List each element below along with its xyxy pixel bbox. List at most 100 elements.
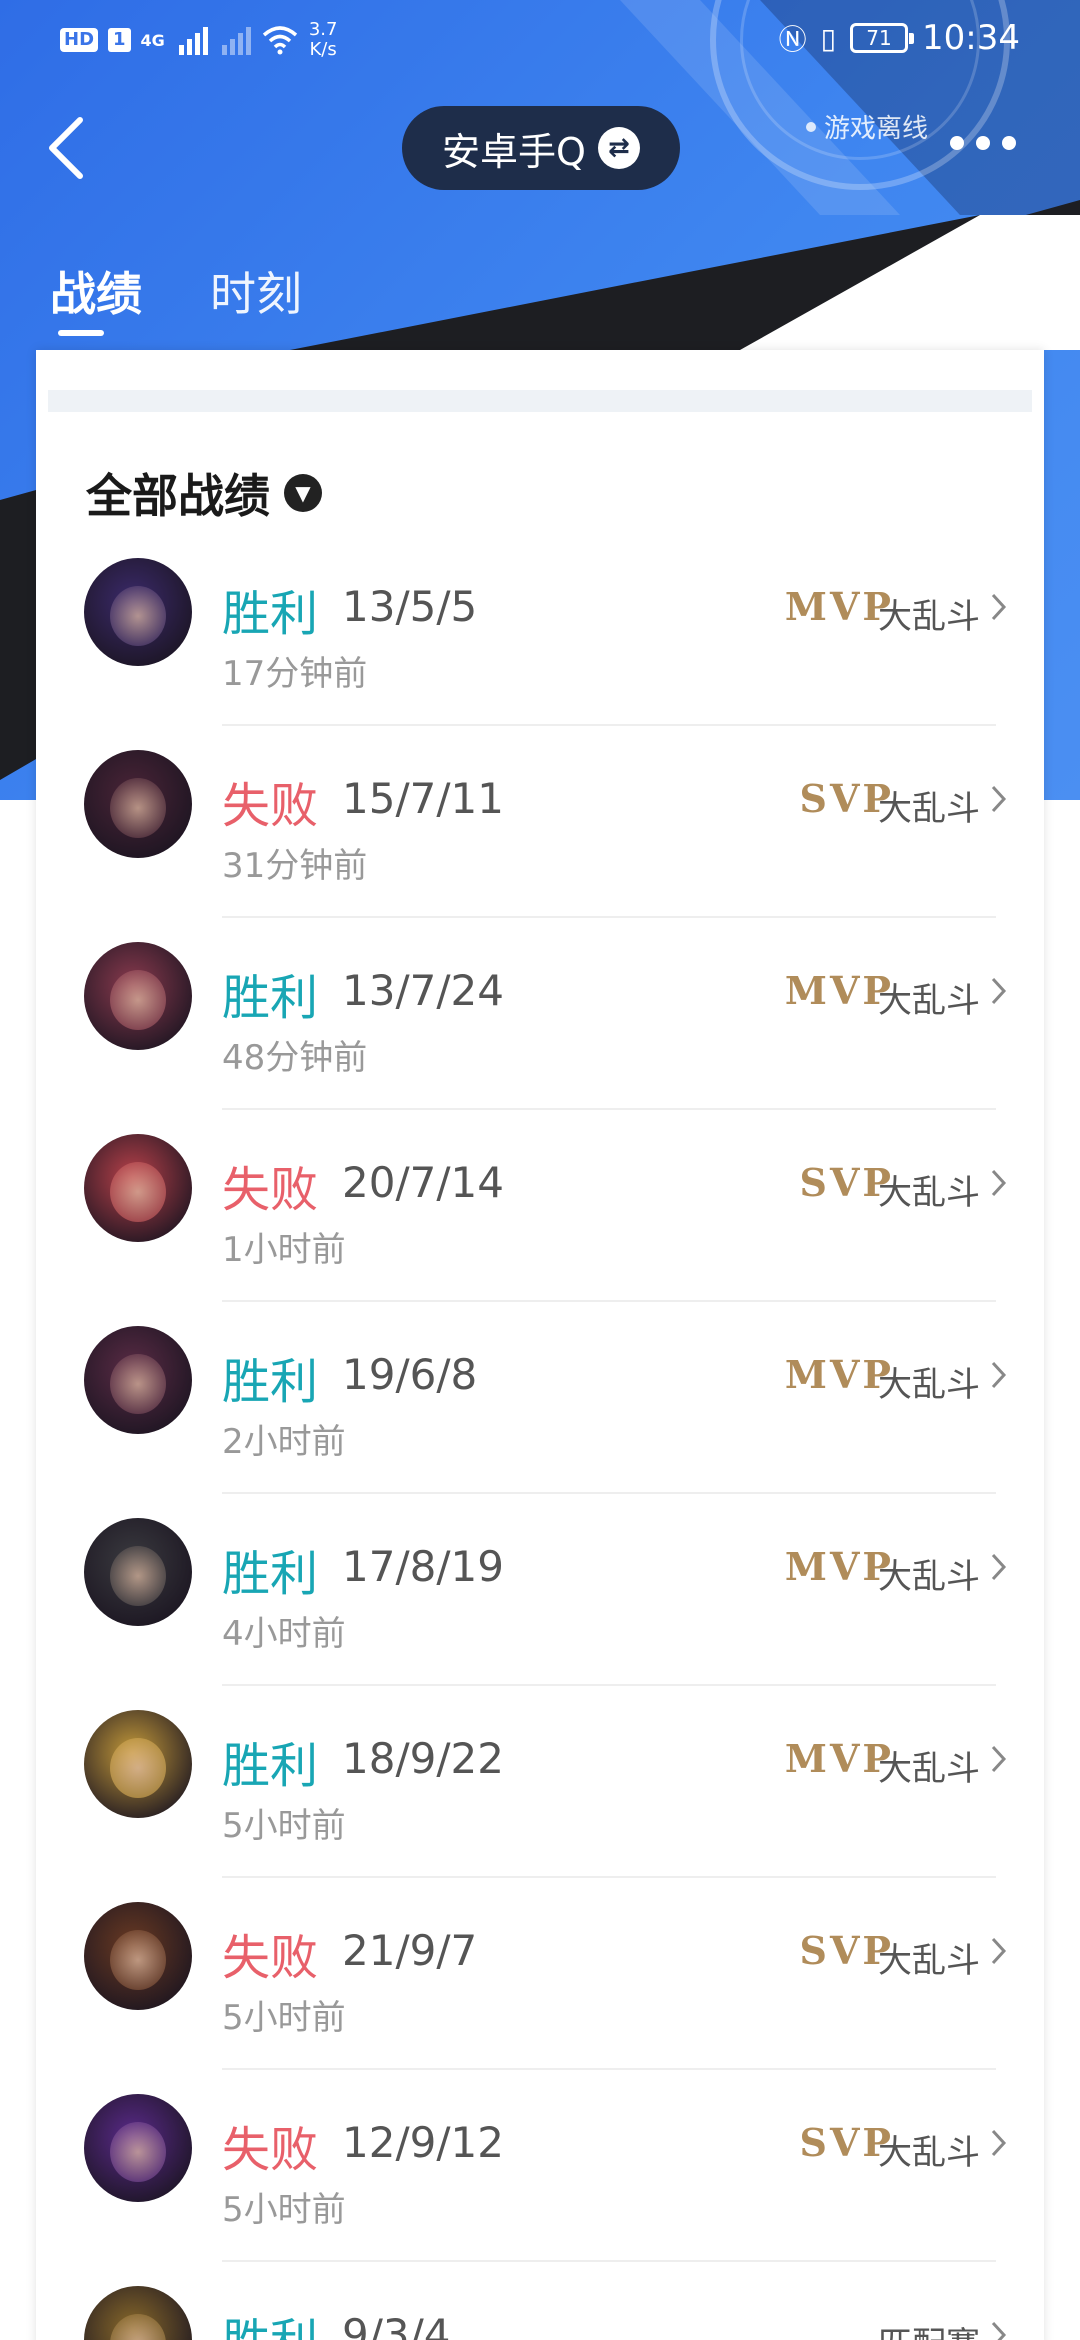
swap-icon: ⇄ (597, 127, 640, 169)
match-result: 失败 (222, 2122, 319, 2178)
match-result: 胜利 (222, 1738, 319, 1794)
match-result: 胜利 (222, 2302, 318, 2340)
match-time: 5小时前 (222, 2190, 346, 2230)
kda-score: 21/9/7 (342, 1926, 478, 1975)
more-dot (950, 136, 964, 150)
signal-icon (178, 25, 208, 55)
match-result: 胜利 (222, 1354, 319, 1410)
match-row[interactable]: 胜利 18/9/22 5小时前 MVP 大乱斗 (36, 1686, 1044, 1878)
champion-avatar (84, 1518, 192, 1626)
kda-score: 19/6/8 (342, 1350, 478, 1399)
more-button[interactable] (950, 136, 1016, 150)
battery-level: 71 (866, 26, 892, 50)
game-status: 游戏离线 (806, 108, 928, 145)
match-result: 失败 (222, 1162, 319, 1218)
match-row[interactable]: 胜利 19/6/8 2小时前 MVP 大乱斗 (36, 1302, 1044, 1494)
match-time: 48分钟前 (222, 1038, 368, 1078)
champion-avatar (84, 1710, 192, 1818)
match-time: 5小时前 (222, 1806, 346, 1846)
match-row[interactable]: 失败 21/9/7 5小时前 SVP 大乱斗 (36, 1878, 1044, 2070)
match-result: 失败 (222, 1930, 319, 1986)
more-dot (1002, 136, 1016, 150)
kda-score: 20/7/14 (342, 1158, 504, 1207)
account-switcher[interactable]: 安卓手Q ⇄ (402, 106, 680, 190)
game-mode: 大乱斗 (878, 597, 980, 637)
match-time: 31分钟前 (222, 846, 368, 886)
game-mode: 大乱斗 (878, 789, 980, 829)
clock: 10:34 (922, 18, 1020, 58)
match-time: 1小时前 (222, 1230, 346, 1270)
match-result: 失败 (222, 778, 319, 834)
game-mode: 大乱斗 (878, 1557, 980, 1597)
chevron-right-icon (991, 1937, 1007, 1965)
champion-avatar (84, 1326, 192, 1434)
game-mode: 大乱斗 (878, 1941, 980, 1981)
match-row[interactable]: 胜利 17/8/19 4小时前 MVP 大乱斗 (36, 1494, 1044, 1686)
match-history-card: 全部战绩 ▼ 胜利 13/5/5 17分钟前 MVP 大乱斗 失败 15/7/11 31分钟前… (36, 350, 1044, 2340)
match-row[interactable]: 胜利 13/5/5 17分钟前 MVP 大乱斗 (36, 534, 1044, 726)
kda-score: 15/7/11 (342, 774, 504, 823)
tab-records[interactable]: 战绩 (50, 258, 142, 324)
back-button[interactable] (40, 110, 96, 186)
game-mode: 大乱斗 (878, 2133, 980, 2173)
network-type: 4G (140, 30, 165, 50)
nfc-icon: Ⓝ (778, 23, 807, 56)
chevron-right-icon (991, 1553, 1007, 1581)
wifi-icon (262, 26, 297, 55)
signal-secondary-icon (221, 25, 251, 55)
kda-score: 13/7/24 (342, 966, 504, 1015)
match-row[interactable]: 胜利 13/7/24 48分钟前 MVP 大乱斗 (36, 918, 1044, 1110)
chevron-right-icon (991, 785, 1007, 813)
kda-score: 18/9/22 (342, 1734, 504, 1783)
status-bar: HD 1 4G 3.7 K/s Ⓝ ▯ 71 10:34 (0, 0, 1080, 80)
chevron-right-icon (991, 2321, 1007, 2340)
kda-score: 12/9/12 (342, 2118, 504, 2167)
champion-avatar (84, 942, 192, 1050)
network-speed-value: 3.7 (308, 19, 338, 40)
match-result: 胜利 (222, 1546, 319, 1602)
network-speed: 3.7 K/s (309, 20, 338, 60)
chevron-right-icon (991, 593, 1007, 621)
vibrate-icon: ▯ (820, 21, 837, 55)
network-speed-unit: K/s (309, 39, 337, 60)
match-row[interactable]: 胜利 9/3/4 匹配赛 (36, 2262, 1044, 2340)
match-time: 5小时前 (222, 1998, 346, 2038)
game-mode: 大乱斗 (878, 1749, 980, 1789)
card-top-divider (48, 390, 1032, 412)
chevron-right-icon (991, 977, 1007, 1005)
match-time: 2小时前 (222, 1422, 346, 1462)
kda-score: 9/3/4 (342, 2310, 451, 2340)
game-mode: 大乱斗 (878, 1173, 980, 1213)
game-status-label: 游戏离线 (824, 114, 929, 144)
chevron-right-icon (991, 2129, 1007, 2157)
game-mode: 大乱斗 (878, 981, 980, 1021)
match-time: 4小时前 (222, 1614, 346, 1654)
battery-icon: 71 (850, 23, 915, 53)
match-filter[interactable]: 全部战绩 ▼ (86, 460, 322, 526)
game-mode: 匹配赛 (878, 2317, 980, 2340)
champion-avatar (84, 1902, 192, 2010)
match-result: 胜利 (222, 586, 319, 642)
status-dot (806, 121, 816, 132)
kda-score: 13/5/5 (342, 582, 478, 631)
match-time: 17分钟前 (222, 654, 368, 694)
tab-active-indicator (58, 330, 104, 336)
section-title: 全部战绩 (86, 469, 270, 523)
champion-avatar (84, 1134, 192, 1242)
champion-avatar (84, 2286, 192, 2340)
champion-avatar (84, 750, 192, 858)
champion-avatar (84, 2094, 192, 2202)
match-row[interactable]: 失败 15/7/11 31分钟前 SVP 大乱斗 (36, 726, 1044, 918)
champion-avatar (84, 558, 192, 666)
status-left: HD 1 4G 3.7 K/s (60, 20, 337, 60)
account-name: 安卓手Q (442, 129, 586, 174)
kda-score: 17/8/19 (342, 1542, 504, 1591)
tab-moments[interactable]: 时刻 (210, 258, 302, 324)
match-row[interactable]: 失败 20/7/14 1小时前 SVP 大乱斗 (36, 1110, 1044, 1302)
sim-icon: 1 (108, 28, 131, 52)
game-mode: 大乱斗 (878, 1365, 980, 1405)
status-right: Ⓝ ▯ 71 10:34 (779, 18, 1020, 58)
chevron-right-icon (991, 1169, 1007, 1197)
match-row[interactable]: 失败 12/9/12 5小时前 SVP 大乱斗 (36, 2070, 1044, 2262)
chevron-down-icon: ▼ (284, 474, 322, 512)
